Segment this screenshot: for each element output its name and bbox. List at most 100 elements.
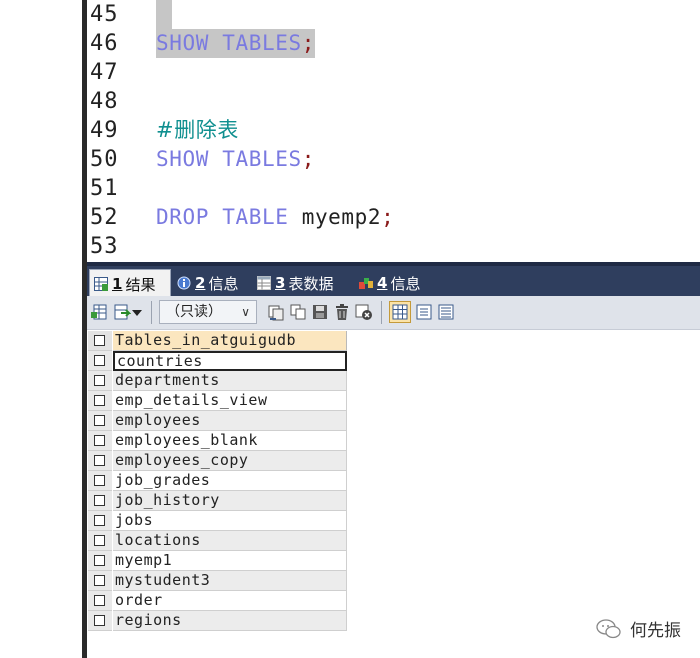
table-cell[interactable]: locations [113,531,347,551]
table-row[interactable]: regions [88,611,347,631]
table-row[interactable]: emp_details_view [88,391,347,411]
code-text: SHOW TABLES; [156,29,315,58]
row-checkbox[interactable] [94,535,105,546]
line-number: 45 [90,2,119,27]
row-checkbox[interactable] [94,415,105,426]
text-view-icon[interactable] [437,303,455,321]
line-number: 46 [90,31,119,56]
delete-icon[interactable] [333,303,351,321]
table-row[interactable]: job_history [88,491,347,511]
row-checkbox[interactable] [94,595,105,606]
sql-editor[interactable]: 45 46 SHOW TABLES; 47 48 49 #删除表 50 SHOW TABLES;… [0,0,700,262]
row-selector[interactable] [88,571,112,591]
table-cell[interactable]: employees [113,411,347,431]
row-selector[interactable] [88,331,112,351]
wechat-icon [596,618,621,638]
info-colored-icon [359,276,373,290]
row-selector[interactable] [88,511,112,531]
row-selector[interactable] [88,431,112,451]
table-cell[interactable]: job_grades [113,471,347,491]
table-row[interactable]: departments [88,371,347,391]
editor-line[interactable]: 49 #删除表 [0,116,700,145]
table-row[interactable]: employees_copy [88,451,347,471]
editor-line[interactable]: 46 SHOW TABLES; [0,29,700,58]
table-row[interactable]: order [88,591,347,611]
tab-4[interactable]: 4 信息 [355,270,427,296]
table-data-icon [257,276,271,290]
save-icon[interactable] [311,303,329,321]
grid-view-icon[interactable] [389,301,411,323]
row-selector[interactable] [88,531,112,551]
export-grid-icon[interactable] [91,303,109,321]
line-number: 50 [90,147,119,172]
row-selector[interactable] [88,611,112,631]
row-selector[interactable] [88,411,112,431]
table-row[interactable]: countries [88,351,347,371]
tab-3[interactable]: 3 表数据 [253,270,349,296]
table-cell[interactable]: employees_copy [113,451,347,471]
table-cell[interactable]: jobs [113,511,347,531]
row-selector[interactable] [88,451,112,471]
table-cell[interactable]: regions [113,611,347,631]
code-token: TABLE [222,205,289,229]
table-cell[interactable]: emp_details_view [113,391,347,411]
row-checkbox[interactable] [94,335,105,346]
editor-line[interactable]: 50 SHOW TABLES; [0,145,700,174]
dropdown-arrow-icon[interactable] [131,303,143,321]
tab-2[interactable]: 2 信息 [173,270,249,296]
row-checkbox[interactable] [94,615,105,626]
code-token: TABLES [222,31,302,55]
row-checkbox[interactable] [94,455,105,466]
code-token: SHOW [156,31,209,55]
line-number: 52 [90,205,119,230]
editor-line[interactable]: 51 [0,174,700,203]
table-cell[interactable]: employees_blank [113,431,347,451]
readonly-mode-select[interactable]: （只读） ∨ [159,300,257,324]
table-row[interactable]: locations [88,531,347,551]
row-checkbox[interactable] [94,475,105,486]
row-checkbox[interactable] [94,495,105,506]
row-selector[interactable] [88,551,112,571]
duplicate-row-icon[interactable] [289,303,307,321]
row-selector[interactable] [88,371,112,391]
column-header[interactable]: Tables_in_atguigudb [113,331,347,351]
editor-line[interactable]: 47 [0,58,700,87]
table-cell[interactable]: job_history [113,491,347,511]
table-cell[interactable]: myemp1 [113,551,347,571]
row-selector[interactable] [88,591,112,611]
import-icon[interactable] [113,303,131,321]
table-row[interactable]: myemp1 [88,551,347,571]
table-row[interactable]: mystudent3 [88,571,347,591]
row-checkbox[interactable] [94,355,105,366]
table-row[interactable]: jobs [88,511,347,531]
editor-line[interactable]: 53 [0,232,700,261]
row-checkbox[interactable] [94,375,105,386]
table-cell[interactable]: departments [113,371,347,391]
table-cell[interactable]: countries [113,351,347,371]
table-row[interactable]: employees_blank [88,431,347,451]
table-cell[interactable]: mystudent3 [113,571,347,591]
row-selector[interactable] [88,391,112,411]
table-cell[interactable]: order [113,591,347,611]
editor-line[interactable]: 45 [0,0,700,29]
cancel-changes-icon[interactable] [355,303,373,321]
row-checkbox[interactable] [94,555,105,566]
table-row[interactable]: job_grades [88,471,347,491]
form-view-icon[interactable] [415,303,433,321]
row-selector[interactable] [88,351,112,371]
row-selector[interactable] [88,471,112,491]
row-checkbox[interactable] [94,395,105,406]
row-checkbox[interactable] [94,575,105,586]
editor-line[interactable]: 52 DROP TABLE myemp2; [0,203,700,232]
table-row[interactable]: employees [88,411,347,431]
header-row[interactable]: Tables_in_atguigudb [88,331,347,351]
row-checkbox[interactable] [94,515,105,526]
chevron-down-icon: ∨ [241,305,250,319]
row-checkbox[interactable] [94,435,105,446]
copy-row-icon[interactable] [267,303,285,321]
code-token: ; [301,147,315,171]
editor-line[interactable]: 48 [0,87,700,116]
row-selector[interactable] [88,491,112,511]
tab-1[interactable]: 1 结果 [89,269,171,298]
